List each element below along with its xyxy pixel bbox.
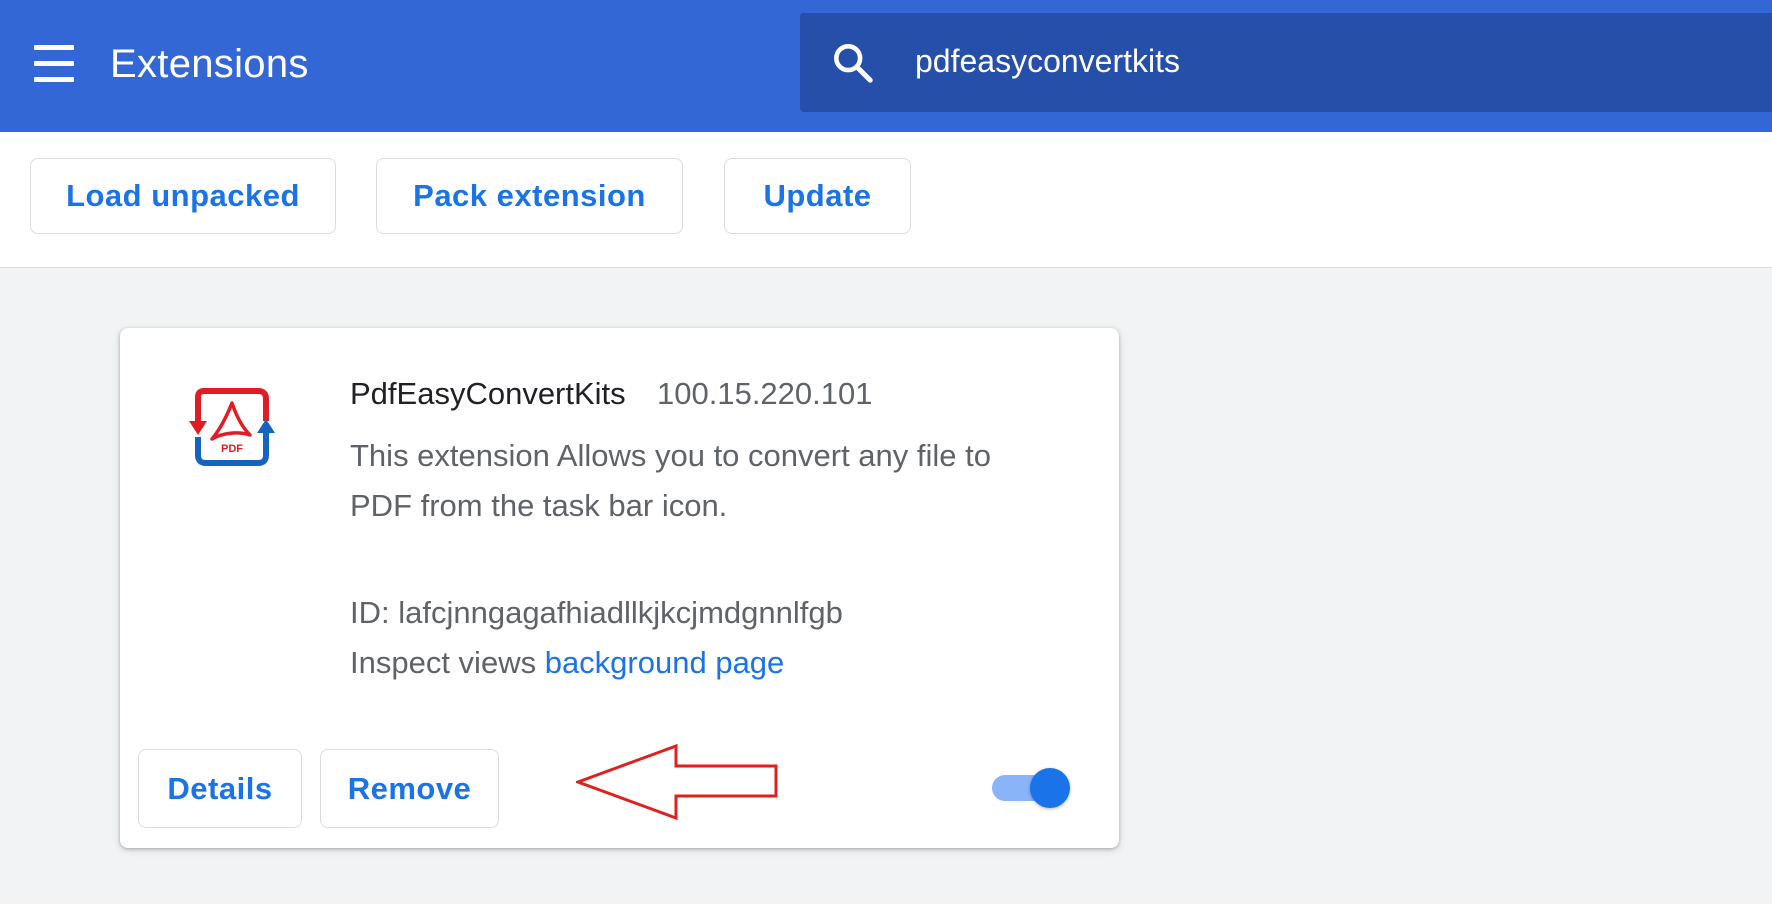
extensions-list: PDF PdfEasyConvertKits 100.15.220.101 Th… — [0, 268, 1772, 904]
extension-version: 100.15.220.101 — [657, 376, 873, 411]
pack-extension-button[interactable]: Pack extension — [376, 158, 683, 234]
page-title: Extensions — [110, 42, 309, 86]
load-unpacked-button[interactable]: Load unpacked — [30, 158, 336, 234]
enable-toggle[interactable] — [992, 766, 1072, 810]
pdf-convert-icon: PDF — [189, 388, 275, 466]
update-button[interactable]: Update — [724, 158, 911, 234]
background-page-link[interactable]: background page — [545, 645, 785, 680]
search-box[interactable]: pdfeasyconvertkits — [800, 13, 1772, 112]
inspect-views-label: Inspect views — [350, 645, 537, 680]
top-bar: Extensions pdfeasyconvertkits — [0, 0, 1772, 132]
extension-description: This extension Allows you to convert any… — [350, 438, 991, 523]
extension-name: PdfEasyConvertKits — [350, 376, 626, 411]
remove-button[interactable]: Remove — [320, 749, 499, 828]
inspect-views: Inspect views background page — [350, 643, 784, 683]
menu-icon[interactable] — [32, 43, 76, 85]
search-icon — [834, 44, 873, 83]
dev-toolbar: Load unpacked Pack extension Update — [0, 132, 1772, 268]
extension-id: ID: lafcjnngagafhiadllkjkcjmdgnnlfgb — [350, 595, 843, 630]
red-arrow-annotation — [576, 744, 778, 820]
details-button[interactable]: Details — [138, 749, 302, 828]
svg-text:PDF: PDF — [221, 443, 243, 455]
toggle-knob — [1030, 768, 1070, 808]
search-input[interactable]: pdfeasyconvertkits — [915, 35, 1180, 87]
